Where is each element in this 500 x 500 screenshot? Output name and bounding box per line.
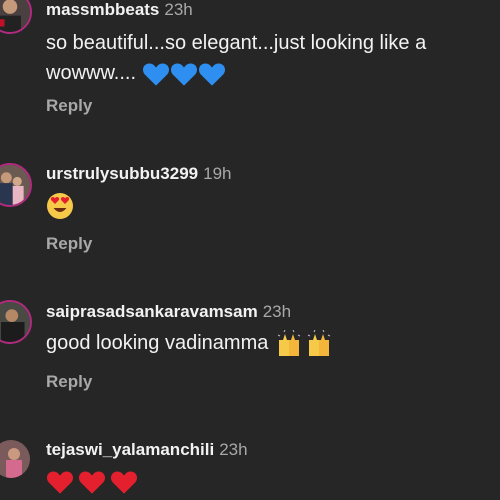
avatar[interactable] [0,163,32,207]
reply-button[interactable]: Reply [46,234,92,254]
avatar[interactable] [0,300,32,344]
avatar[interactable] [0,0,32,34]
raising-hands-icon [304,329,334,358]
comment-text-line: so beautiful...so elegant...just looking… [46,32,427,54]
comment-text: good looking vadinamma [46,328,500,358]
heart-eyes-icon [46,192,74,220]
reply-button[interactable]: Reply [46,96,92,116]
comment-text-line: wowww.... [46,58,500,88]
red-heart-icon [78,469,106,495]
comments-feed: massmbbeats 23h so beautiful...so elegant… [0,0,500,500]
comment-text: so beautiful...so elegant...just looking… [46,28,500,88]
comment-username[interactable]: saiprasadsankaravamsam [46,302,258,321]
comment-username[interactable]: tejaswi_yalamanchili [46,440,214,459]
comment-timestamp: 19h [203,164,232,183]
raising-hands-icon [274,329,304,358]
comment-text [46,190,500,220]
comment-timestamp: 23h [164,0,193,19]
blue-heart-icon [170,61,198,87]
blue-heart-icon [142,61,170,87]
comment-text [46,466,500,496]
red-heart-icon [46,469,74,495]
comment-timestamp: 23h [219,440,248,459]
comment-username[interactable]: massmbbeats [46,0,159,19]
comment-timestamp: 23h [262,302,292,321]
blue-heart-icon [198,61,226,87]
red-heart-icon [110,469,138,495]
comment-text-fragment: good looking vadinamma [46,332,269,354]
comment-text-fragment: wowww.... [46,62,137,84]
avatar[interactable] [0,440,30,478]
comment-username[interactable]: urstrulysubbu3299 [46,164,198,183]
reply-button[interactable]: Reply [46,372,92,392]
